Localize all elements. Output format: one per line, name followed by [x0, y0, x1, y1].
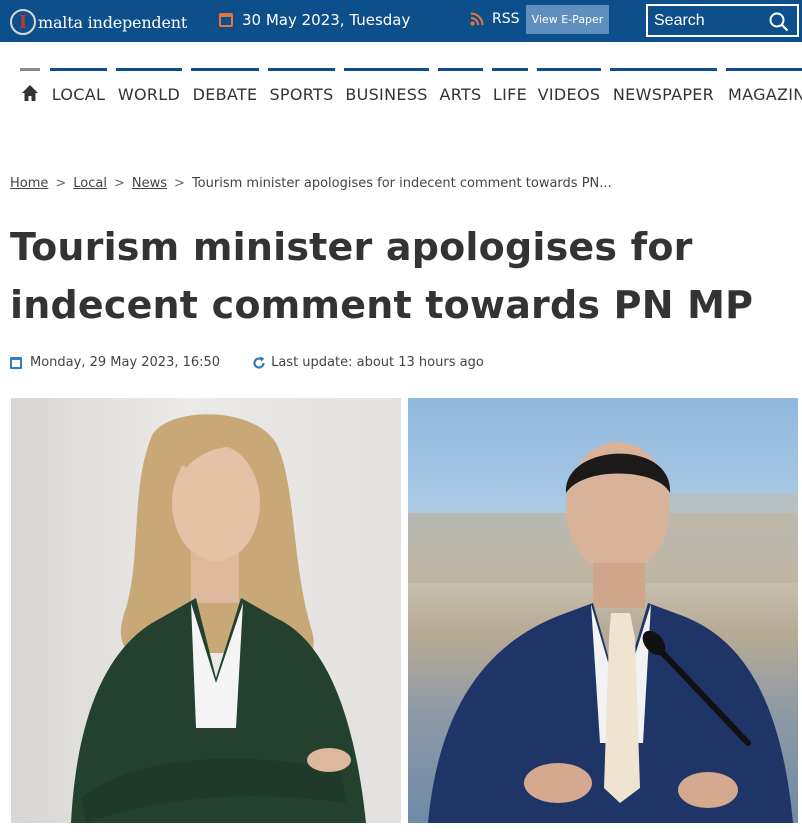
breadcrumb: Home > Local > News > Tourism minister a…	[10, 176, 612, 191]
rss-label: RSS	[492, 11, 520, 27]
article-meta: Monday, 29 May 2023, 16:50 Last update: …	[10, 355, 484, 370]
article-title: Tourism minister apologises for indecent…	[10, 218, 790, 334]
nav-item-business[interactable]: BUSINESS	[344, 68, 429, 110]
calendar-icon	[219, 13, 233, 27]
article-photo-man	[408, 398, 798, 823]
search-icon[interactable]	[769, 12, 789, 32]
breadcrumb-separator: >	[114, 176, 125, 191]
nav-item-sports[interactable]: SPORTS	[268, 68, 335, 110]
breadcrumb-news[interactable]: News	[132, 176, 167, 191]
article-photo-woman	[11, 398, 401, 823]
article-title-line-2: indecent comment towards PN MP	[10, 283, 754, 327]
breadcrumb-separator: >	[55, 176, 67, 191]
article-title-line-1: Tourism minister apologises for	[10, 225, 693, 269]
date-text: 30 May 2023, Tuesday	[242, 11, 411, 29]
breadcrumb-home[interactable]: Home	[10, 176, 48, 191]
nav-item-world[interactable]: WORLD	[116, 68, 182, 110]
breadcrumb-current: Tourism minister apologises for indecent…	[191, 176, 612, 191]
nav-item-videos[interactable]: VIDEOS	[537, 68, 601, 110]
nav-home[interactable]	[20, 68, 40, 110]
header-date: 30 May 2023, Tuesday	[219, 11, 410, 29]
nav-item-local[interactable]: LOCAL	[50, 68, 107, 110]
refresh-icon	[253, 356, 265, 369]
breadcrumb-separator: >	[174, 176, 185, 191]
last-update: Last update: about 13 hours ago	[271, 355, 484, 370]
nav-item-debate[interactable]: DEBATE	[191, 68, 259, 110]
breadcrumb-local[interactable]: Local	[73, 176, 107, 191]
search-box	[646, 4, 799, 37]
nav-item-arts[interactable]: ARTS	[438, 68, 483, 110]
nav-item-life[interactable]: LIFE	[492, 68, 528, 110]
published-date: Monday, 29 May 2023, 16:50	[30, 355, 221, 370]
top-bar: I malta independent 30 May 2023, Tuesday…	[0, 0, 802, 42]
search-input[interactable]	[654, 11, 764, 30]
nav-item-newspaper[interactable]: NEWSPAPER	[610, 68, 717, 110]
logo-badge: I	[10, 9, 36, 35]
calendar-icon	[10, 356, 22, 369]
logo-text: malta independent	[38, 12, 188, 32]
rss-link[interactable]: RSS	[470, 11, 520, 27]
site-logo[interactable]: I malta independent	[10, 8, 187, 36]
view-epaper-button[interactable]: View E-Paper	[526, 5, 609, 34]
main-nav: LOCAL WORLD DEBATE SPORTS BUSINESS ARTS …	[0, 68, 802, 110]
home-icon	[22, 85, 38, 101]
rss-icon	[470, 12, 484, 26]
nav-item-magazine[interactable]: MAGAZIN	[726, 68, 802, 110]
